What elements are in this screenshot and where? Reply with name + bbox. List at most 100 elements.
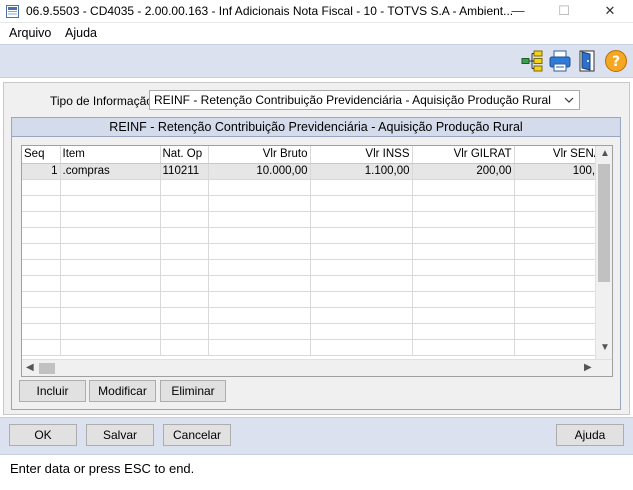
empty-cell <box>412 243 515 260</box>
empty-cell <box>412 291 515 308</box>
status-bar: Enter data or press ESC to end. <box>0 456 633 490</box>
tipo-informacao-select[interactable]: REINF - Retenção Contribuição Previdenci… <box>149 90 580 110</box>
empty-cell <box>22 307 61 324</box>
empty-row <box>22 323 605 340</box>
empty-cell <box>208 259 311 276</box>
tipo-informacao-value: REINF - Retenção Contribuição Previdenci… <box>154 93 551 107</box>
empty-cell <box>208 323 311 340</box>
incluir-button[interactable]: Incluir <box>19 380 86 402</box>
menu-arquivo[interactable]: Arquivo <box>9 26 51 40</box>
empty-row <box>22 275 605 292</box>
empty-cell <box>22 323 61 340</box>
empty-cell <box>412 211 515 228</box>
column-header[interactable]: Nat. Op <box>160 146 209 164</box>
empty-cell <box>160 179 209 196</box>
empty-cell <box>208 179 311 196</box>
maximize-button[interactable]: ☐ <box>541 0 587 23</box>
empty-cell <box>60 179 161 196</box>
empty-cell <box>60 307 161 324</box>
empty-cell <box>514 211 605 228</box>
empty-cell <box>310 179 413 196</box>
ok-button[interactable]: OK <box>9 424 77 446</box>
empty-cell <box>208 195 311 212</box>
empty-cell <box>22 211 61 228</box>
close-button[interactable]: ✕ <box>587 0 633 23</box>
empty-cell <box>208 227 311 244</box>
horizontal-scroll-thumb[interactable] <box>39 363 55 374</box>
scroll-right-icon[interactable]: ▶ <box>584 362 592 373</box>
empty-cell <box>412 323 515 340</box>
scroll-down-icon[interactable]: ▼ <box>600 342 610 353</box>
empty-cell <box>160 275 209 292</box>
grid-cell[interactable]: 1 <box>22 163 61 180</box>
empty-cell <box>60 291 161 308</box>
empty-cell <box>208 275 311 292</box>
grid-cell[interactable]: 200,00 <box>412 163 515 180</box>
empty-cell <box>310 339 413 356</box>
empty-cell <box>160 243 209 260</box>
grid-cell[interactable]: 100,0 <box>514 163 605 180</box>
column-header[interactable]: Vlr INSS <box>310 146 413 164</box>
empty-cell <box>208 291 311 308</box>
column-header[interactable]: Vlr GILRAT <box>412 146 515 164</box>
data-grid[interactable]: Seq Item Nat. Op Vlr Bruto Vlr INSS Vlr GILRA… <box>21 145 613 377</box>
salvar-button[interactable]: Salvar <box>86 424 154 446</box>
exit-door-icon[interactable] <box>576 49 600 73</box>
empty-cell <box>208 211 311 228</box>
help-icon[interactable]: ? <box>604 49 628 73</box>
empty-cell <box>514 323 605 340</box>
vertical-scrollbar[interactable]: ▲ ▼ <box>595 146 612 359</box>
toolbar: ? <box>0 44 633 78</box>
empty-cell <box>514 307 605 324</box>
column-header[interactable]: Vlr Bruto <box>208 146 311 164</box>
empty-cell <box>310 291 413 308</box>
grid-cell[interactable]: .compras <box>60 163 161 180</box>
empty-cell <box>514 195 605 212</box>
printer-icon[interactable] <box>548 49 572 73</box>
horizontal-scrollbar[interactable]: ◀ ▶ <box>22 359 612 376</box>
empty-cell <box>310 323 413 340</box>
status-text: Enter data or press ESC to end. <box>10 461 195 476</box>
grid-cell[interactable]: 110211 <box>160 163 209 180</box>
reinf-group: REINF - Retenção Contribuição Previdenci… <box>11 117 621 410</box>
group-title: REINF - Retenção Contribuição Previdenci… <box>12 118 620 137</box>
grid-cell[interactable]: 1.100,00 <box>310 163 413 180</box>
column-header[interactable]: Item <box>60 146 161 164</box>
column-header[interactable]: Seq <box>22 146 61 164</box>
empty-cell <box>412 339 515 356</box>
empty-cell <box>22 227 61 244</box>
table-row[interactable]: 1 .compras 110211 10.000,00 1.100,00 200,00 10… <box>22 163 605 180</box>
empty-cell <box>412 307 515 324</box>
empty-cell <box>412 227 515 244</box>
cancelar-button[interactable]: Cancelar <box>163 424 231 446</box>
empty-cell <box>310 195 413 212</box>
scroll-up-icon[interactable]: ▲ <box>600 148 610 159</box>
ajuda-button[interactable]: Ajuda <box>556 424 624 446</box>
title-bar: 06.9.5503 - CD4035 - 2.00.00.163 - Inf A… <box>0 0 633 23</box>
grid-header-row: Seq Item Nat. Op Vlr Bruto Vlr INSS Vlr GILRA… <box>22 146 605 164</box>
empty-cell <box>310 243 413 260</box>
eliminar-button[interactable]: Eliminar <box>160 380 226 402</box>
empty-cell <box>22 179 61 196</box>
menu-ajuda[interactable]: Ajuda <box>65 26 97 40</box>
modificar-button[interactable]: Modificar <box>89 380 156 402</box>
empty-cell <box>22 195 61 212</box>
tree-icon[interactable] <box>520 49 544 73</box>
column-header[interactable]: Vlr SENA <box>514 146 605 164</box>
scroll-left-icon[interactable]: ◀ <box>26 362 34 373</box>
empty-cell <box>310 227 413 244</box>
empty-cell <box>22 243 61 260</box>
empty-cell <box>22 275 61 292</box>
empty-cell <box>60 259 161 276</box>
svg-text:?: ? <box>612 54 620 70</box>
empty-cell <box>60 275 161 292</box>
minimize-button[interactable]: — <box>495 0 541 23</box>
empty-row <box>22 211 605 228</box>
empty-row <box>22 307 605 324</box>
vertical-scroll-thumb[interactable] <box>598 164 610 282</box>
empty-row <box>22 259 605 276</box>
empty-cell <box>310 259 413 276</box>
grid-cell[interactable]: 10.000,00 <box>208 163 311 180</box>
empty-cell <box>310 211 413 228</box>
empty-cell <box>22 291 61 308</box>
